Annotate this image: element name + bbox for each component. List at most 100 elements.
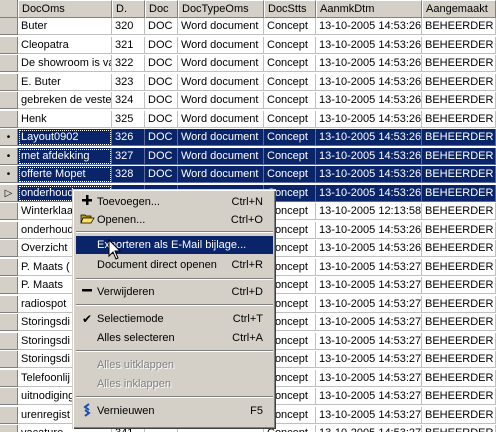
- column-header-aangemaakt[interactable]: Aangemaakt: [422, 0, 496, 18]
- table-cell[interactable]: BEHEERDER: [422, 203, 496, 220]
- table-cell[interactable]: DOC: [145, 55, 178, 72]
- table-cell[interactable]: BEHEERDER: [422, 18, 496, 35]
- table-cell[interactable]: BEHEERDER: [422, 406, 496, 424]
- table-cell[interactable]: Word document: [178, 36, 264, 54]
- table-cell[interactable]: 328: [112, 166, 145, 183]
- table-cell[interactable]: BEHEERDER: [422, 388, 496, 405]
- table-cell[interactable]: gebreken de veste: [18, 92, 112, 109]
- table-cell[interactable]: 13-10-2005 14:53:26: [316, 240, 422, 257]
- table-cell[interactable]: BEHEERDER: [422, 295, 496, 313]
- table-row[interactable]: Buter 320 DOC Word document Concept 13-10-200…: [0, 18, 496, 36]
- table-cell[interactable]: Concept: [264, 110, 316, 128]
- table-cell[interactable]: Word document: [178, 147, 264, 165]
- table-cell[interactable]: Layout0902: [18, 129, 112, 146]
- table-cell[interactable]: 13-10-2005 14:53:27: [316, 332, 422, 350]
- row-indicator[interactable]: [0, 221, 18, 239]
- column-header-aanmkdtm[interactable]: AanmkDtm: [316, 0, 422, 18]
- table-row[interactable]: gebreken de veste 324 DOC Word document Conc…: [0, 92, 496, 110]
- table-cell[interactable]: BEHEERDER: [422, 240, 496, 257]
- table-cell[interactable]: Word document: [178, 73, 264, 91]
- table-cell[interactable]: Concept: [264, 73, 316, 91]
- table-cell[interactable]: 13-10-2005 14:53:26: [316, 166, 422, 183]
- table-cell[interactable]: 13-10-2005 14:53:27: [316, 369, 422, 387]
- table-cell[interactable]: BEHEERDER: [422, 314, 496, 331]
- table-cell[interactable]: Word document: [178, 55, 264, 72]
- table-cell[interactable]: BEHEERDER: [422, 36, 496, 54]
- table-cell[interactable]: BEHEERDER: [422, 73, 496, 91]
- table-cell[interactable]: 13-10-2005 14:53:27: [316, 425, 422, 432]
- table-cell[interactable]: 322: [112, 55, 145, 72]
- table-row[interactable]: De showroom is va 322 DOC Word document Conc…: [0, 55, 496, 73]
- table-cell[interactable]: 323: [112, 73, 145, 91]
- table-cell[interactable]: Henk: [18, 110, 112, 128]
- row-indicator[interactable]: [0, 110, 18, 128]
- table-row[interactable]: Cleopatra 321 DOC Word document Concept 13-10…: [0, 36, 496, 55]
- table-row[interactable]: E. Buter 323 DOC Word document Concept 13-10-…: [0, 73, 496, 92]
- table-cell[interactable]: 13-10-2005 14:53:26: [316, 184, 422, 202]
- menu-item-vernieuwen[interactable]: Vernieuwen F5: [76, 402, 273, 420]
- table-cell[interactable]: BEHEERDER: [422, 332, 496, 350]
- menu-item-selectiemode[interactable]: ✔ Selectiemode Ctrl+T: [76, 310, 273, 328]
- table-cell[interactable]: 13-10-2005 14:53:27: [316, 388, 422, 405]
- table-cell[interactable]: Word document: [178, 110, 264, 128]
- table-cell[interactable]: 13-10-2005 14:53:27: [316, 314, 422, 331]
- table-cell[interactable]: 327: [112, 147, 145, 165]
- column-header-docstts[interactable]: DocStts: [264, 0, 316, 18]
- table-cell[interactable]: BEHEERDER: [422, 277, 496, 294]
- row-indicator[interactable]: [0, 332, 18, 350]
- table-cell[interactable]: Word document: [178, 166, 264, 183]
- table-cell[interactable]: BEHEERDER: [422, 129, 496, 146]
- table-cell[interactable]: 13-10-2005 14:53:27: [316, 258, 422, 276]
- table-cell[interactable]: BEHEERDER: [422, 147, 496, 165]
- row-indicator[interactable]: [0, 18, 18, 35]
- row-indicator[interactable]: [0, 92, 18, 109]
- table-cell[interactable]: BEHEERDER: [422, 258, 496, 276]
- table-cell[interactable]: 13-10-2005 14:53:26: [316, 110, 422, 128]
- table-cell[interactable]: 13-10-2005 14:53:26: [316, 92, 422, 109]
- table-cell[interactable]: Word document: [178, 129, 264, 146]
- table-cell[interactable]: DOC: [145, 36, 178, 54]
- menu-item-openen[interactable]: Openen... Ctrl+O: [76, 211, 273, 229]
- menu-item-toevoegen[interactable]: Toevoegen... Ctrl+N: [76, 193, 273, 211]
- table-cell[interactable]: BEHEERDER: [422, 221, 496, 239]
- row-indicator[interactable]: [0, 55, 18, 72]
- table-cell[interactable]: 325: [112, 110, 145, 128]
- table-cell[interactable]: 13-10-2005 14:53:27: [316, 406, 422, 424]
- table-cell[interactable]: DOC: [145, 73, 178, 91]
- table-cell[interactable]: BEHEERDER: [422, 110, 496, 128]
- row-indicator[interactable]: ▷: [0, 184, 18, 202]
- table-cell[interactable]: BEHEERDER: [422, 184, 496, 202]
- table-cell[interactable]: Word document: [178, 18, 264, 35]
- table-cell[interactable]: BEHEERDER: [422, 425, 496, 432]
- menu-item-alles-selecteren[interactable]: Alles selecteren Ctrl+A: [76, 329, 273, 347]
- table-cell[interactable]: 320: [112, 18, 145, 35]
- table-cell[interactable]: BEHEERDER: [422, 55, 496, 72]
- row-indicator[interactable]: [0, 351, 18, 368]
- table-cell[interactable]: Concept: [264, 147, 316, 165]
- table-cell[interactable]: 13-10-2005 14:53:26: [316, 55, 422, 72]
- table-row[interactable]: • offerte Mopet 328 DOC Word document Concept…: [0, 166, 496, 184]
- row-indicator[interactable]: •: [0, 147, 18, 165]
- row-indicator[interactable]: •: [0, 129, 18, 146]
- table-row[interactable]: • Layout0902 326 DOC Word document Concept 13-…: [0, 129, 496, 147]
- table-cell[interactable]: BEHEERDER: [422, 351, 496, 368]
- row-indicator[interactable]: [0, 295, 18, 313]
- table-cell[interactable]: E. Buter: [18, 73, 112, 91]
- table-cell[interactable]: 13-10-2005 14:53:27: [316, 295, 422, 313]
- row-indicator[interactable]: [0, 73, 18, 91]
- row-indicator[interactable]: [0, 425, 18, 432]
- table-cell[interactable]: Buter: [18, 18, 112, 35]
- row-indicator[interactable]: [0, 388, 18, 405]
- table-cell[interactable]: 13-10-2005 14:53:26: [316, 73, 422, 91]
- table-cell[interactable]: 324: [112, 92, 145, 109]
- row-indicator[interactable]: [0, 36, 18, 54]
- row-indicator[interactable]: [0, 240, 18, 257]
- column-header-doctypeoms[interactable]: DocTypeOms: [178, 0, 264, 18]
- row-indicator[interactable]: [0, 203, 18, 220]
- table-cell[interactable]: 321: [112, 36, 145, 54]
- table-cell[interactable]: 13-10-2005 14:53:27: [316, 277, 422, 294]
- table-cell[interactable]: met afdekking: [18, 147, 112, 165]
- table-cell[interactable]: 13-10-2005 14:53:26: [316, 147, 422, 165]
- table-cell[interactable]: Cleopatra: [18, 36, 112, 54]
- table-cell[interactable]: 13-10-2005 14:53:27: [316, 351, 422, 368]
